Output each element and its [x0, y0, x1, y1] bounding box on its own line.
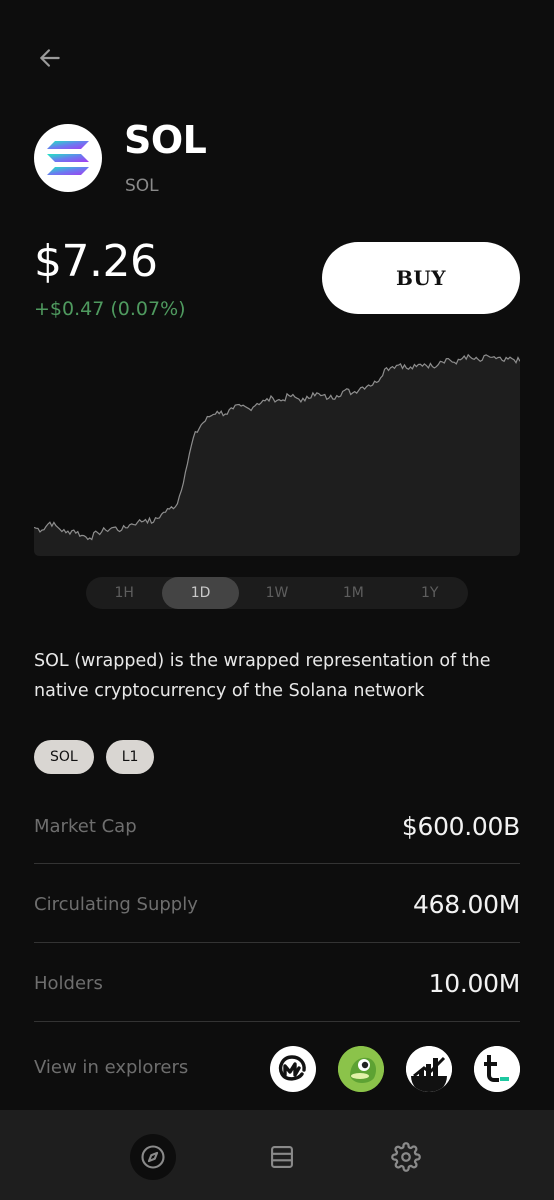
token-symbol: SOL	[125, 176, 159, 196]
coingecko-icon[interactable]	[338, 1046, 384, 1092]
time-range-tabs: 1H 1D 1W 1M 1Y	[86, 577, 468, 609]
stat-label: Holders	[34, 972, 103, 994]
nav-list[interactable]	[259, 1134, 305, 1180]
tag-sol[interactable]: SOL	[34, 740, 94, 774]
solana-logo-icon	[47, 141, 89, 175]
price-change: +$0.47 (0.07%)	[34, 298, 186, 320]
stat-holders: Holders 10.00M	[34, 965, 520, 1001]
stat-value: $600.00B	[401, 811, 520, 841]
compass-icon	[141, 1145, 165, 1169]
price-chart	[34, 353, 520, 556]
back-button[interactable]	[30, 40, 70, 76]
nav-settings[interactable]	[383, 1134, 429, 1180]
stat-label: Market Cap	[34, 815, 137, 837]
dexscreener-icon[interactable]	[406, 1046, 452, 1092]
token-price: $7.26	[34, 236, 158, 287]
tonviewer-icon[interactable]	[474, 1046, 520, 1092]
tag-l1[interactable]: L1	[105, 740, 155, 774]
chart-area	[34, 354, 520, 556]
range-tab-1m[interactable]: 1M	[315, 577, 391, 609]
divider	[34, 1021, 520, 1022]
bottom-nav	[0, 1110, 554, 1200]
list-icon	[271, 1146, 293, 1168]
stat-value: 468.00M	[413, 889, 520, 919]
token-name: SOL	[124, 118, 207, 162]
buy-button[interactable]: BUY	[322, 242, 520, 314]
token-description: SOL (wrapped) is the wrapped representat…	[34, 651, 491, 701]
divider	[34, 942, 520, 943]
coinmarketcap-icon[interactable]	[270, 1046, 316, 1092]
nav-explore[interactable]	[130, 1134, 176, 1180]
range-tab-1w[interactable]: 1W	[239, 577, 315, 609]
stat-circulating-supply: Circulating Supply 468.00M	[34, 886, 520, 922]
divider	[34, 863, 520, 864]
stat-label: Circulating Supply	[34, 893, 198, 915]
tag-list: SOL L1	[34, 740, 155, 774]
stat-market-cap: Market Cap $600.00B	[34, 808, 520, 844]
arrow-left-icon	[40, 49, 60, 67]
range-tab-1y[interactable]: 1Y	[392, 577, 468, 609]
range-tab-1d[interactable]: 1D	[162, 577, 239, 609]
token-logo	[34, 124, 102, 192]
gear-icon	[391, 1142, 421, 1172]
explorers-label: View in explorers	[34, 1057, 189, 1078]
stat-value: 10.00M	[428, 968, 521, 998]
range-tab-1h[interactable]: 1H	[86, 577, 162, 609]
